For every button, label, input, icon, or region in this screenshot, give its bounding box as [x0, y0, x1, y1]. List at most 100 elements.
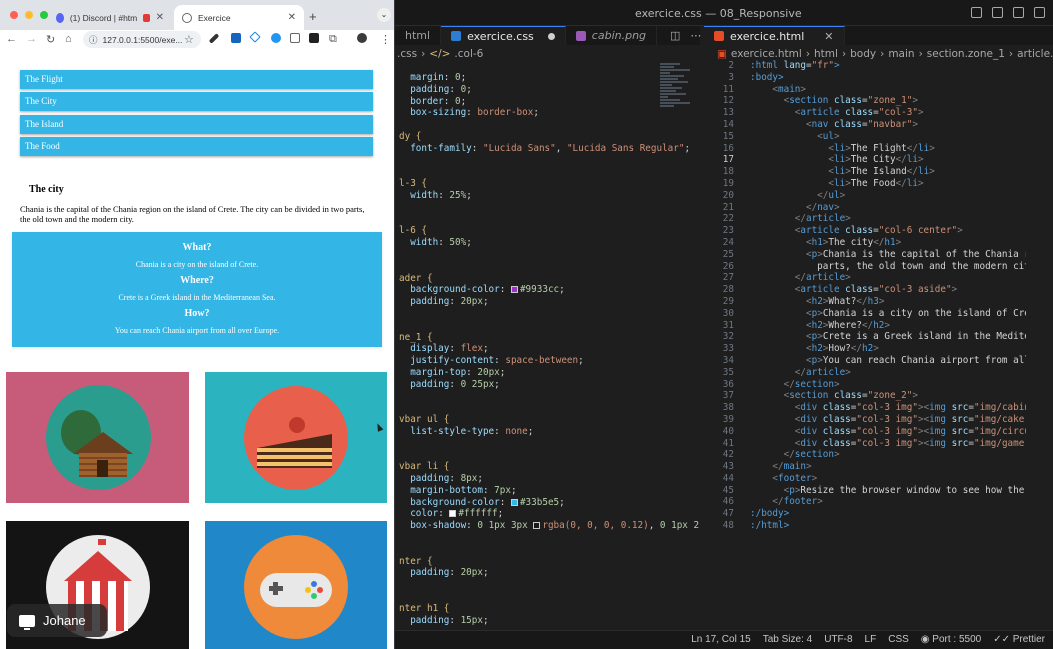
toggle-panel-icon[interactable] — [992, 7, 1003, 18]
nav-item-food[interactable]: The Food — [20, 137, 373, 156]
toggle-sidebar-icon[interactable] — [971, 7, 982, 18]
language-mode[interactable]: CSS — [888, 634, 909, 645]
code-line[interactable]: <li>The Flight</li> — [750, 143, 1026, 155]
code-line[interactable]: </section> — [750, 379, 1026, 391]
html-editor[interactable]: :html lang="fr">:body> <main> <section c… — [750, 60, 1026, 630]
code-line[interactable]: dy { — [399, 131, 699, 143]
code-line[interactable]: </main> — [750, 461, 1026, 473]
code-line[interactable]: </ul> — [750, 190, 1026, 202]
new-extension-icon[interactable] — [309, 33, 319, 43]
code-line[interactable]: l-6 { — [399, 225, 699, 237]
color-swatch-icon[interactable] — [510, 498, 518, 506]
forward-arrow-icon[interactable]: → — [26, 33, 37, 45]
site-info-icon[interactable]: ⓘ — [89, 34, 98, 46]
browser-tab-discord[interactable]: (1) Discord | #html-css | I ✕ — [48, 5, 172, 30]
minimap[interactable] — [660, 62, 696, 122]
home-icon[interactable]: ⌂ — [65, 33, 72, 45]
breadcrumb-item[interactable]: section.zone_1 — [927, 48, 1005, 60]
code-line[interactable]: width: 50%; — [399, 237, 699, 249]
code-line[interactable]: <div class="col-3 img"><img src="img/cak… — [750, 414, 1026, 426]
code-line[interactable]: nter h1 { — [399, 603, 699, 615]
code-line[interactable]: </article> — [750, 367, 1026, 379]
tab-search-chevron-icon[interactable]: ⌄ — [377, 8, 391, 22]
code-line[interactable]: list-style-type: none; — [399, 426, 699, 438]
code-line[interactable] — [399, 402, 699, 414]
code-line[interactable]: l-3 { — [399, 178, 699, 190]
customize-layout-icon[interactable] — [1034, 7, 1045, 18]
code-line[interactable]: <p>Resize the browser window to see how … — [750, 485, 1026, 497]
close-tab-icon[interactable]: ✕ — [156, 12, 164, 23]
profile-avatar[interactable] — [357, 33, 367, 43]
end-of-line[interactable]: LF — [865, 634, 877, 645]
code-line[interactable]: <p>Chania is a city on the island of Cre… — [750, 308, 1026, 320]
code-line[interactable]: box-shadow: 0 1px 3px rgba(0, 0, 0, 0.12… — [399, 520, 699, 532]
code-line[interactable]: vbar ul { — [399, 414, 699, 426]
code-line[interactable]: background-color: #33b5e5; — [399, 497, 699, 509]
color-swatch-icon[interactable] — [533, 522, 541, 530]
triangle-extension-icon[interactable] — [249, 31, 261, 43]
shield-extension-icon[interactable] — [231, 33, 241, 43]
breadcrumb-item[interactable]: main — [888, 48, 914, 60]
code-line[interactable] — [399, 544, 699, 556]
close-tab-icon[interactable]: ✕ — [288, 12, 296, 23]
code-line[interactable] — [399, 320, 699, 332]
code-line[interactable] — [399, 261, 699, 273]
code-line[interactable]: </article> — [750, 272, 1026, 284]
code-line[interactable]: </footer> — [750, 496, 1026, 508]
color-swatch-icon[interactable] — [449, 510, 457, 518]
browser-tab-exercice[interactable]: Exercice ✕ — [174, 5, 304, 30]
tab-cabin-png[interactable]: cabin.png — [566, 26, 658, 45]
color-swatch-icon[interactable] — [510, 286, 518, 294]
code-line[interactable]: padding: 0; — [399, 84, 699, 96]
code-line[interactable]: ader { — [399, 273, 699, 285]
code-line[interactable]: <article class="col-6 center"> — [750, 225, 1026, 237]
code-line[interactable]: margin-top: 20px; — [399, 367, 699, 379]
code-line[interactable]: margin: 0; — [399, 72, 699, 84]
tab-exercice-html[interactable]: exercice.html ✕ — [704, 26, 845, 45]
code-line[interactable]: <article class="col-3 aside"> — [750, 284, 1026, 296]
code-line[interactable]: <h2>What?</h3> — [750, 296, 1026, 308]
nav-item-city[interactable]: The City — [20, 92, 373, 111]
code-line[interactable] — [399, 532, 699, 544]
code-line[interactable] — [399, 308, 699, 320]
css-editor[interactable]: margin: 0; padding: 0; border: 0; box-si… — [399, 72, 699, 630]
code-line[interactable]: <article class="col-3"> — [750, 107, 1026, 119]
code-line[interactable]: ne_1 { — [399, 332, 699, 344]
maximize-window-icon[interactable] — [40, 11, 48, 19]
nav-item-island[interactable]: The Island — [20, 115, 373, 134]
code-line[interactable]: </nav> — [750, 202, 1026, 214]
code-line[interactable]: font-family: "Lucida Sans", "Lucida Sans… — [399, 143, 699, 155]
code-line[interactable]: <div class="col-3 img"><img src="img/cab… — [750, 402, 1026, 414]
tab-size[interactable]: Tab Size: 4 — [763, 634, 812, 645]
split-editor-icon[interactable]: ◫ — [670, 29, 680, 42]
code-line[interactable] — [399, 119, 699, 131]
code-line[interactable]: <li>The Island</li> — [750, 166, 1026, 178]
breadcrumb-item[interactable]: html — [814, 48, 838, 60]
code-line[interactable]: padding: 20px; — [399, 296, 699, 308]
code-line[interactable]: display: flex; — [399, 343, 699, 355]
code-line[interactable]: :html lang="fr"> — [750, 60, 1026, 72]
code-line[interactable]: <h1>The city</h1> — [750, 237, 1026, 249]
live-server-port[interactable]: ◉ Port : 5500 — [921, 634, 981, 645]
minimize-window-icon[interactable] — [25, 11, 33, 19]
unsaved-dot-icon[interactable] — [547, 32, 555, 40]
code-line[interactable]: :/body> — [750, 508, 1026, 520]
back-arrow-icon[interactable]: ← — [6, 33, 17, 45]
code-line[interactable]: <div class="col-3 img"><img src="img/gam… — [750, 438, 1026, 450]
code-line[interactable]: justify-content: space-between; — [399, 355, 699, 367]
code-line[interactable]: <h2>Where?</h2> — [750, 320, 1026, 332]
code-line[interactable]: <li>The City</li> — [750, 154, 1026, 166]
code-line[interactable] — [399, 214, 699, 226]
breadcrumb-item[interactable]: .css — [397, 48, 417, 60]
code-line[interactable]: <p>Chania is the capital of the Chania r… — [750, 249, 1026, 261]
code-line[interactable] — [399, 579, 699, 591]
more-actions-icon[interactable]: ⋯ — [690, 29, 701, 42]
code-line[interactable] — [399, 450, 699, 462]
code-line[interactable]: padding: 0 25px; — [399, 379, 699, 391]
code-line[interactable]: box-sizing: border-box; — [399, 107, 699, 119]
code-line[interactable]: nter { — [399, 556, 699, 568]
code-line[interactable]: <main> — [750, 84, 1026, 96]
reload-icon[interactable]: ↻ — [46, 33, 55, 46]
code-line[interactable]: <section class="zone_1"> — [750, 95, 1026, 107]
code-line[interactable] — [399, 166, 699, 178]
